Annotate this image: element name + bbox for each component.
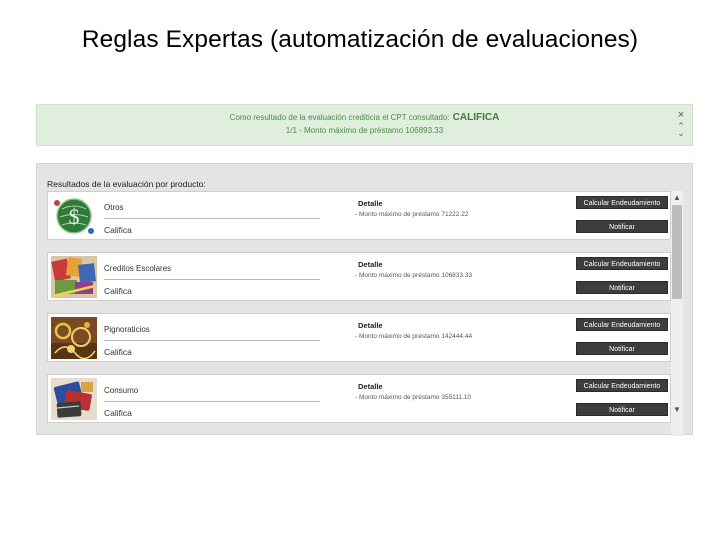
product-card-creditos-escolares: Creditos Escolares Califica Detalle - Mo…: [47, 252, 671, 301]
dollar-globe-image: $: [51, 195, 97, 237]
calculate-debt-button[interactable]: Calcular Endeudamiento: [576, 257, 668, 270]
product-name: Pignoraticios: [104, 325, 150, 334]
product-card-otros: $ Otros Califica Detalle - Monto máximo …: [47, 191, 671, 240]
product-name: Otros: [104, 203, 124, 212]
evaluation-result-banner: Como resultado de la evaluación creditic…: [36, 104, 693, 146]
banner-message-line: Como resultado de la evaluación creditic…: [37, 112, 692, 123]
banner-message: Como resultado de la evaluación creditic…: [229, 113, 450, 122]
banner-detail: 1/1 - Monto máximo de préstamo 106893.33: [285, 126, 444, 135]
scroll-up-icon[interactable]: ▲: [671, 192, 683, 204]
product-name: Creditos Escolares: [104, 264, 172, 273]
shopping-cards-image: [51, 378, 97, 420]
detail-text: - Monto máximo de préstamo 106833.33: [355, 272, 473, 279]
list-scrollbar[interactable]: ▲ ▼: [671, 191, 683, 436]
results-heading: Resultados de la evaluación por producto…: [47, 179, 206, 189]
calculate-debt-button[interactable]: Calcular Endeudamiento: [576, 318, 668, 331]
product-list: $ Otros Califica Detalle - Monto máximo …: [47, 191, 694, 436]
detail-text: - Monto máximo de préstamo 355111.10: [355, 394, 472, 401]
product-card-consumo: Consumo Califica Detalle - Monto máximo …: [47, 374, 671, 423]
close-icon[interactable]: ×: [676, 110, 686, 121]
detail-title: Detalle: [358, 382, 383, 391]
divider: [104, 218, 320, 219]
product-name: Consumo: [104, 386, 139, 395]
detail-title: Detalle: [358, 321, 383, 330]
product-status: Califica: [104, 347, 132, 357]
notify-button[interactable]: Notificar: [576, 403, 668, 416]
detail-text: - Monto máximo de préstamo 142444.44: [355, 333, 473, 340]
divider: [104, 340, 320, 341]
scroll-thumb[interactable]: [672, 205, 682, 299]
detail-title: Detalle: [358, 260, 383, 269]
calculate-debt-button[interactable]: Calcular Endeudamiento: [576, 196, 668, 209]
notify-button[interactable]: Notificar: [576, 220, 668, 233]
divider: [104, 401, 320, 402]
jewelry-image: [51, 317, 97, 359]
product-card-pignoraticios: Pignoraticios Califica Detalle - Monto m…: [47, 313, 671, 362]
detail-title: Detalle: [358, 199, 383, 208]
divider: [104, 279, 320, 280]
scroll-down-icon[interactable]: ▼: [671, 404, 683, 416]
school-supplies-image: [51, 256, 97, 298]
calculate-debt-button[interactable]: Calcular Endeudamiento: [576, 379, 668, 392]
product-status: Califica: [104, 225, 132, 235]
notify-button[interactable]: Notificar: [576, 281, 668, 294]
chevron-down-icon[interactable]: ⌄: [676, 128, 686, 139]
results-panel: Resultados de la evaluación por producto…: [36, 163, 694, 436]
slide-title: Reglas Expertas (automatización de evalu…: [81, 26, 639, 53]
banner-result: CALIFICA: [452, 112, 500, 123]
svg-text:$: $: [69, 204, 80, 229]
notify-button[interactable]: Notificar: [576, 342, 668, 355]
detail-text: - Monto máximo de préstamo 71222.22: [355, 211, 469, 218]
product-status: Califica: [104, 408, 132, 418]
product-status: Califica: [104, 286, 132, 296]
banner-controls: × ⌃ ⌄: [676, 110, 686, 139]
